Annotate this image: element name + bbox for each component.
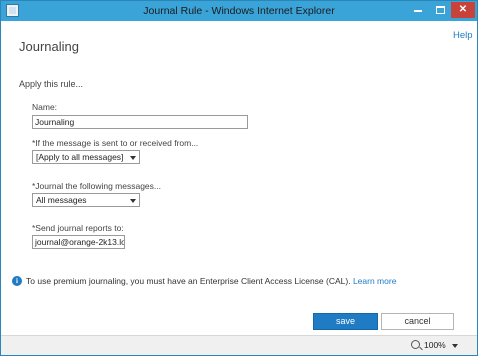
journal-dropdown-value: All messages <box>36 195 87 205</box>
save-button[interactable]: save <box>313 313 378 330</box>
maximize-button[interactable] <box>429 2 451 18</box>
page-title: Journaling <box>19 39 79 54</box>
help-link[interactable]: Help <box>453 30 473 41</box>
journal-dropdown[interactable]: All messages <box>32 193 140 207</box>
zoom-icon <box>411 340 420 349</box>
browser-window: Journal Rule - Windows Internet Explorer… <box>0 0 478 356</box>
status-bar: 100% <box>1 335 477 355</box>
page-content: Help Journaling Apply this rule... Name:… <box>2 21 478 335</box>
condition-dropdown[interactable]: [Apply to all messages] <box>32 150 140 164</box>
cancel-button[interactable]: cancel <box>381 313 454 330</box>
title-bar[interactable]: Journal Rule - Windows Internet Explorer… <box>1 1 477 21</box>
condition-label: *If the message is sent to or received f… <box>32 138 199 148</box>
dropdown-arrow-icon <box>130 156 136 160</box>
send-reports-input[interactable]: journal@orange-2k13.loc <box>32 235 125 249</box>
chevron-down-icon[interactable] <box>452 344 458 348</box>
info-text-container: To use premium journaling, you must have… <box>26 276 396 286</box>
close-icon: ✕ <box>458 4 468 15</box>
zoom-level: 100% <box>424 340 446 350</box>
journal-label: *Journal the following messages... <box>32 181 161 191</box>
name-label: Name: <box>32 102 58 112</box>
send-reports-label: *Send journal reports to: <box>32 223 124 233</box>
info-text: To use premium journaling, you must have… <box>26 276 351 286</box>
maximize-icon <box>435 6 445 14</box>
learn-more-link[interactable]: Learn more <box>353 276 396 286</box>
close-button[interactable]: ✕ <box>451 2 475 18</box>
dropdown-arrow-icon <box>130 199 136 203</box>
window-title: Journal Rule - Windows Internet Explorer <box>143 5 335 17</box>
name-input[interactable]: Journaling <box>32 115 248 129</box>
minimize-button[interactable] <box>407 2 429 18</box>
apply-rule-text: Apply this rule... <box>19 79 84 89</box>
info-icon: i <box>12 276 22 286</box>
condition-dropdown-value: [Apply to all messages] <box>36 152 124 162</box>
minimize-icon <box>414 10 422 12</box>
